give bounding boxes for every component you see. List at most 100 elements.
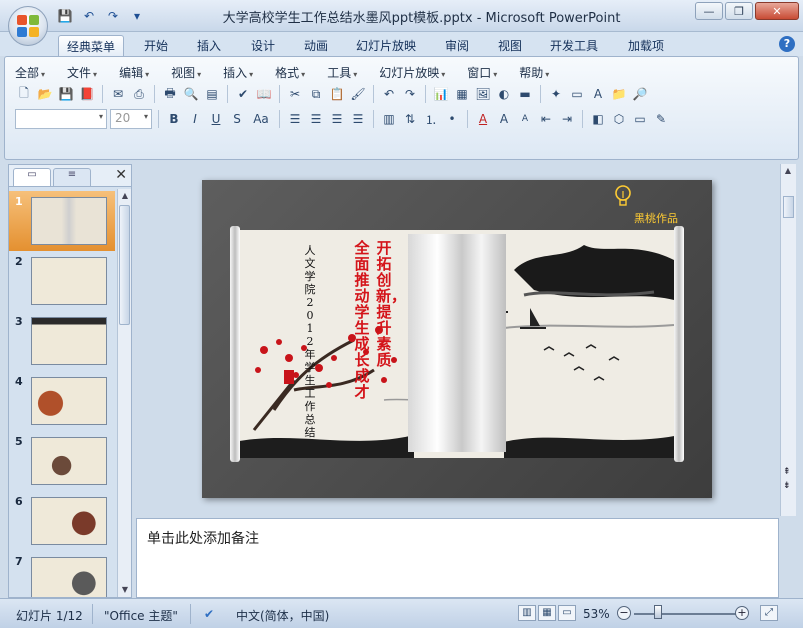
help-icon[interactable]: ?: [779, 36, 795, 52]
slide-thumbnail-4[interactable]: 4: [9, 371, 115, 431]
insert-chart-icon[interactable]: 📊: [432, 85, 450, 103]
permission-icon[interactable]: 📕: [78, 85, 96, 103]
insert-table-icon[interactable]: ▦: [453, 85, 471, 103]
tab-animations[interactable]: 动画: [296, 35, 336, 56]
shape-fill-icon[interactable]: ▭: [631, 110, 649, 128]
tab-view[interactable]: 视图: [490, 35, 530, 56]
tab-outline[interactable]: ≡: [53, 168, 91, 186]
slides-scrollbar[interactable]: ▲ ▼: [117, 189, 131, 597]
arrange-icon[interactable]: ⬡: [610, 110, 628, 128]
insert-picture-icon[interactable]: 🖼: [474, 85, 492, 103]
email-icon[interactable]: ✉: [109, 85, 127, 103]
zoom-slider[interactable]: [634, 613, 738, 615]
grow-font-icon[interactable]: A: [495, 110, 513, 128]
copy-icon[interactable]: ⧉: [307, 85, 325, 103]
align-center-icon[interactable]: ☰: [307, 110, 325, 128]
restore-button[interactable]: ❐: [725, 2, 753, 20]
zoom-slider-knob[interactable]: [654, 605, 662, 619]
tab-slides[interactable]: ▭: [13, 168, 51, 186]
normal-view-button[interactable]: ▥: [518, 605, 536, 621]
slide-canvas[interactable]: 黑桃作品 开拓创新，提升素质 全面推动学生成长成才 人文学院2012年学生工作总…: [202, 180, 712, 498]
shape-outline-icon[interactable]: ✎: [652, 110, 670, 128]
zoom-level[interactable]: 53%: [583, 607, 610, 621]
menu-tools[interactable]: 工具 ▾: [327, 64, 357, 81]
slide-sorter-view-button[interactable]: ▦: [538, 605, 556, 621]
tab-developer[interactable]: 开发工具: [542, 35, 606, 56]
slide-thumbnail-7[interactable]: 7: [9, 551, 115, 597]
numbering-icon[interactable]: ⒈: [422, 110, 440, 128]
thesaurus-icon[interactable]: 📖: [255, 85, 273, 103]
menu-window[interactable]: 窗口 ▾: [467, 64, 497, 81]
tab-review[interactable]: 审阅: [437, 35, 477, 56]
menu-insert[interactable]: 插入 ▾: [223, 64, 253, 81]
editor-scrollbar[interactable]: ▲ ⇞ ⇟: [780, 164, 796, 516]
align-right-icon[interactable]: ☰: [328, 110, 346, 128]
undo-icon[interactable]: ↶: [80, 7, 98, 25]
folder-icon[interactable]: 📁: [610, 85, 628, 103]
slide-design-icon[interactable]: ▭: [568, 85, 586, 103]
increase-indent-icon[interactable]: ⇥: [558, 110, 576, 128]
font-color-icon[interactable]: A: [474, 110, 492, 128]
publish-icon[interactable]: ⎙: [130, 85, 148, 103]
print-icon[interactable]: 🖶: [161, 85, 179, 103]
menu-file[interactable]: 文件 ▾: [67, 64, 97, 81]
slide-thumbnail-2[interactable]: 2: [9, 251, 115, 311]
slide-layout-icon[interactable]: ▬: [516, 85, 534, 103]
research-icon[interactable]: ▤: [203, 85, 221, 103]
slide-thumbnail-1[interactable]: 1: [9, 191, 115, 251]
paste-icon[interactable]: 📋: [328, 85, 346, 103]
notes-placeholder[interactable]: 单击此处添加备注: [147, 528, 259, 548]
italic-button[interactable]: I: [186, 110, 204, 128]
scroll-down-icon[interactable]: ▼: [118, 583, 132, 597]
new-slide-icon[interactable]: ✦: [547, 85, 565, 103]
zoom-in-button[interactable]: +: [735, 606, 749, 620]
language-indicator[interactable]: 中文(简体，中国): [236, 607, 329, 624]
columns-icon[interactable]: ▥: [380, 110, 398, 128]
scroll-up-icon[interactable]: ▲: [781, 164, 795, 178]
menu-view[interactable]: 视图 ▾: [171, 64, 201, 81]
scroll-thumb[interactable]: [119, 205, 130, 325]
slide-thumbnail-6[interactable]: 6: [9, 491, 115, 551]
menu-slideshow[interactable]: 幻灯片放映 ▾: [379, 64, 445, 81]
cut-icon[interactable]: ✂: [286, 85, 304, 103]
spelling-icon[interactable]: ✔: [234, 85, 252, 103]
print-preview-icon[interactable]: 🔍: [182, 85, 200, 103]
redo-icon[interactable]: ↷: [104, 7, 122, 25]
shrink-font-icon[interactable]: A: [516, 110, 534, 128]
text-direction-icon[interactable]: ⇅: [401, 110, 419, 128]
bold-button[interactable]: B: [165, 110, 183, 128]
zoom-out-button[interactable]: −: [617, 606, 631, 620]
bullets-icon[interactable]: •: [443, 110, 461, 128]
next-slide-icon[interactable]: ⇟: [783, 482, 791, 491]
color-grayscale-icon[interactable]: ◐: [495, 85, 513, 103]
minimize-button[interactable]: —: [695, 2, 723, 20]
menu-help[interactable]: 帮助 ▾: [519, 64, 549, 81]
new-file-icon[interactable]: 🗋: [15, 85, 33, 103]
close-button[interactable]: ✕: [755, 2, 799, 20]
office-button[interactable]: [8, 6, 48, 46]
text-box-icon[interactable]: A: [589, 85, 607, 103]
customize-qat-icon[interactable]: ▾: [128, 7, 146, 25]
justify-icon[interactable]: ☰: [349, 110, 367, 128]
search-icon[interactable]: 🔎: [631, 85, 649, 103]
close-pane-icon[interactable]: ✕: [115, 167, 127, 183]
format-painter-icon[interactable]: 🖌: [349, 85, 367, 103]
change-case-button[interactable]: Aa: [249, 110, 273, 128]
tab-slideshow[interactable]: 幻灯片放映: [348, 35, 424, 56]
slide-thumbnail-3[interactable]: 3: [9, 311, 115, 371]
shapes-icon[interactable]: ◧: [589, 110, 607, 128]
open-folder-icon[interactable]: 📂: [36, 85, 54, 103]
font-name-combo[interactable]: ▾: [15, 109, 107, 129]
tab-classic-menu[interactable]: 经典菜单: [58, 35, 125, 56]
tab-insert[interactable]: 插入: [189, 35, 229, 56]
decrease-indent-icon[interactable]: ⇤: [537, 110, 555, 128]
slideshow-view-button[interactable]: ▭: [558, 605, 576, 621]
scroll-up-icon[interactable]: ▲: [118, 189, 132, 203]
save-icon[interactable]: 💾: [56, 7, 74, 25]
undo-icon[interactable]: ↶: [380, 85, 398, 103]
spell-check-icon[interactable]: ✔: [204, 607, 214, 621]
menu-edit[interactable]: 编辑 ▾: [119, 64, 149, 81]
redo-icon[interactable]: ↷: [401, 85, 419, 103]
align-left-icon[interactable]: ☰: [286, 110, 304, 128]
tab-home[interactable]: 开始: [136, 35, 176, 56]
